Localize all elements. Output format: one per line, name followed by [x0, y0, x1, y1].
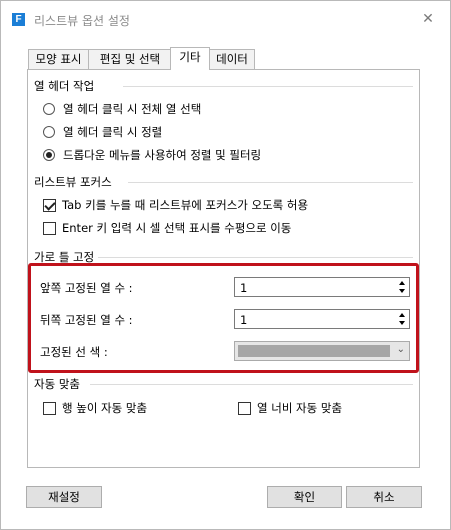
options-dialog: F 리스트뷰 옵션 설정 ✕ 모양 표시 편집 및 선택 기타 데이터 열 헤더… — [0, 0, 451, 530]
group-title-autofit: 자동 맞춤 — [34, 376, 80, 392]
stepper-arrows — [397, 279, 407, 295]
checkbox-enter-horizontal[interactable]: Enter 키 입력 시 셀 선택 표시를 수평으로 이동 — [43, 220, 291, 236]
checkbox-indicator — [43, 401, 56, 415]
stepper-up-icon[interactable] — [399, 313, 405, 317]
checkbox-autofit-row-height[interactable]: 행 높이 자동 맞춤 — [43, 400, 147, 416]
radio-header-select-column[interactable]: 열 헤더 클릭 시 전체 열 선택 — [43, 101, 201, 117]
close-button[interactable]: ✕ — [416, 8, 440, 30]
back-frozen-columns-label: 뒤쪽 고정된 열 수 : — [40, 313, 133, 327]
stepper-down-icon[interactable] — [399, 289, 405, 293]
reset-button[interactable]: 재설정 — [26, 486, 102, 508]
checkbox-label: 열 너비 자동 맞춤 — [257, 401, 343, 415]
chevron-down-icon: ⌄ — [396, 344, 405, 355]
stepper-arrows — [397, 311, 407, 327]
frozen-line-color-dropdown[interactable]: ⌄ — [234, 341, 410, 361]
stepper-value: 1 — [240, 313, 248, 327]
radio-label: 열 헤더 클릭 시 정렬 — [63, 125, 163, 139]
radio-indicator-selected — [43, 149, 55, 161]
front-frozen-columns-label: 앞쪽 고정된 열 수 : — [40, 281, 133, 295]
back-frozen-columns-stepper[interactable]: 1 — [234, 309, 410, 329]
checkbox-tab-focus[interactable]: Tab 키를 누를 때 리스트뷰에 포커스가 오도록 허용 — [43, 197, 308, 213]
tab-etc[interactable]: 기타 — [170, 47, 210, 70]
stepper-down-icon[interactable] — [399, 321, 405, 325]
radio-indicator — [43, 103, 55, 115]
ok-button[interactable]: 확인 — [267, 486, 342, 508]
window-title: 리스트뷰 옵션 설정 — [34, 14, 130, 28]
tab-panel-etc: 열 헤더 작업 열 헤더 클릭 시 전체 열 선택 열 헤더 클릭 시 정렬 드… — [27, 69, 420, 468]
group-divider — [123, 86, 413, 87]
app-logo-icon: F — [12, 13, 25, 26]
radio-header-sort[interactable]: 열 헤더 클릭 시 정렬 — [43, 124, 162, 140]
radio-label: 드롭다운 메뉴를 사용하여 정렬 및 필터링 — [63, 148, 262, 162]
title-bar: F 리스트뷰 옵션 설정 ✕ — [2, 2, 449, 36]
stepper-value: 1 — [240, 281, 248, 295]
checkbox-label: Tab 키를 누를 때 리스트뷰에 포커스가 오도록 허용 — [62, 198, 309, 212]
frozen-line-color-label: 고정된 선 색 : — [40, 345, 108, 359]
group-divider — [98, 257, 413, 258]
tab-data[interactable]: 데이터 — [209, 49, 255, 69]
checkbox-autofit-column-width[interactable]: 열 너비 자동 맞춤 — [238, 400, 342, 416]
tab-display[interactable]: 모양 표시 — [28, 49, 89, 69]
group-divider — [128, 182, 413, 183]
color-swatch — [238, 345, 390, 357]
cancel-button[interactable]: 취소 — [346, 486, 422, 508]
checkbox-indicator-checked — [43, 198, 56, 212]
radio-label: 열 헤더 클릭 시 전체 열 선택 — [63, 102, 202, 116]
group-title-focus: 리스트뷰 포커스 — [34, 174, 112, 190]
checkbox-label: 행 높이 자동 맞춤 — [62, 401, 148, 415]
group-divider — [90, 384, 413, 385]
tab-edit-select[interactable]: 편집 및 선택 — [88, 49, 172, 69]
stepper-up-icon[interactable] — [399, 281, 405, 285]
radio-indicator — [43, 126, 55, 138]
radio-header-dropdown-menu[interactable]: 드롭다운 메뉴를 사용하여 정렬 및 필터링 — [43, 147, 261, 163]
checkbox-label: Enter 키 입력 시 셀 선택 표시를 수평으로 이동 — [62, 221, 292, 235]
checkbox-indicator — [238, 401, 251, 415]
group-title-header-action: 열 헤더 작업 — [34, 78, 95, 94]
checkbox-indicator — [43, 221, 56, 235]
front-frozen-columns-stepper[interactable]: 1 — [234, 277, 410, 297]
